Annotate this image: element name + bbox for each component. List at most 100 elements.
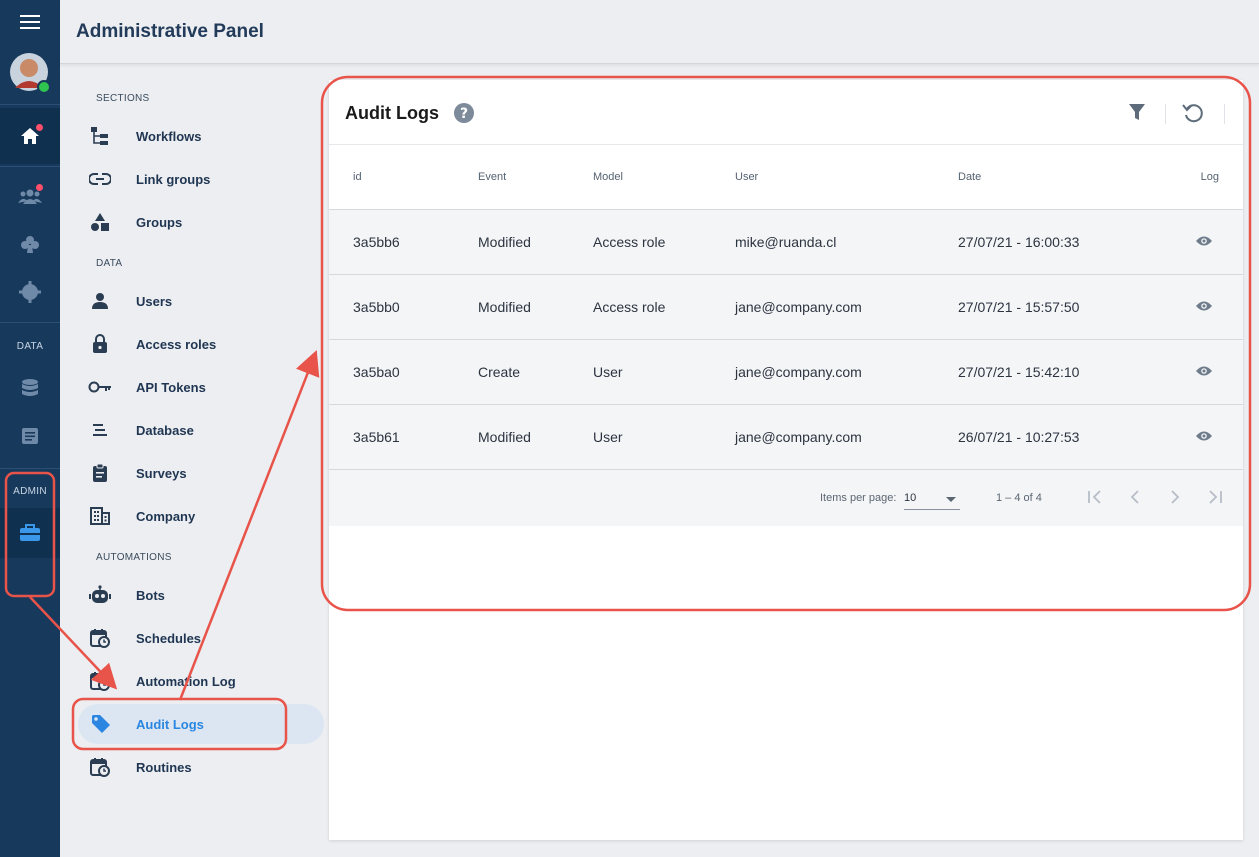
app-rail: DATA ADMIN — [0, 0, 60, 857]
menu-item-label: Audit Logs — [136, 716, 204, 732]
last-page-icon[interactable] — [1206, 488, 1224, 509]
key-icon — [88, 381, 111, 393]
tag-icon — [92, 715, 110, 733]
card-title: Audit Logs — [345, 103, 439, 123]
column-header-model[interactable]: Model — [593, 144, 735, 210]
menu-item-label: Surveys — [136, 465, 187, 481]
menu-item-users[interactable]: Users — [76, 281, 328, 321]
shapes-icon — [91, 213, 109, 231]
menu-item-label: Database — [136, 422, 194, 438]
page-range-label: 1 – 4 of 4 — [996, 492, 1042, 504]
menu-item-workflows[interactable]: Workflows — [76, 116, 328, 156]
menu-item-label: Bots — [136, 587, 165, 603]
section-label-sections: SECTIONS — [96, 93, 150, 104]
avatar[interactable] — [0, 50, 60, 96]
previous-page-icon[interactable] — [1126, 488, 1144, 509]
menu-item-label: API Tokens — [136, 379, 206, 395]
calendar-clock-icon — [90, 758, 110, 777]
view-log-eye-icon[interactable] — [1195, 429, 1213, 445]
refresh-icon — [1182, 104, 1203, 123]
rail-documents[interactable] — [0, 416, 60, 456]
table-header-row: id Event Model User Date Log — [329, 144, 1243, 210]
table-row[interactable]: 3a5bb0 Modified Access role jane@company… — [329, 274, 1243, 340]
cell-date: 27/07/21 - 15:57:50 — [958, 274, 1173, 340]
table-row[interactable]: 3a5b61 Modified User jane@company.com 26… — [329, 404, 1243, 470]
view-log-eye-icon[interactable] — [1195, 234, 1213, 250]
gear-icon — [19, 281, 41, 303]
cell-date: 27/07/21 - 16:00:33 — [958, 209, 1173, 275]
cell-id: 3a5b61 — [329, 404, 478, 470]
refresh-button[interactable] — [1182, 102, 1204, 129]
calendar-clock-icon — [90, 672, 110, 691]
align-left-icon — [93, 424, 107, 436]
menu-item-label: Company — [136, 508, 196, 524]
menu-item-access-roles[interactable]: Access roles — [76, 324, 328, 364]
menu-item-label: Link groups — [136, 171, 211, 187]
cell-user: jane@company.com — [735, 339, 958, 405]
menu-item-company[interactable]: Company — [76, 496, 328, 536]
menu-item-label: Users — [136, 293, 173, 309]
person-icon — [92, 293, 108, 309]
table-row[interactable]: 3a5bb6 Modified Access role mike@ruanda.… — [329, 209, 1243, 275]
next-page-icon[interactable] — [1166, 488, 1184, 509]
menu-item-audit-logs[interactable]: Audit Logs — [78, 704, 324, 744]
database-icon — [22, 379, 38, 396]
cell-event: Modified — [478, 274, 593, 340]
menu-item-groups[interactable]: Groups — [76, 202, 328, 242]
cell-user: jane@company.com — [735, 274, 958, 340]
menu-item-database[interactable]: Database — [76, 410, 328, 450]
menu-item-surveys[interactable]: Surveys — [76, 453, 328, 493]
table-row[interactable]: 3a5ba0 Create User jane@company.com 27/0… — [329, 339, 1243, 405]
top-header: Administrative Panel — [60, 0, 1259, 64]
club-icon — [21, 236, 39, 253]
view-log-eye-icon[interactable] — [1195, 299, 1213, 315]
rail-admin[interactable] — [0, 508, 60, 558]
rail-admin-label: ADMIN — [13, 486, 47, 497]
svg-text:?: ? — [460, 106, 468, 122]
column-header-id[interactable]: id — [329, 144, 478, 210]
items-per-page-select[interactable]: 10 — [904, 486, 960, 510]
rail-teams[interactable] — [0, 176, 60, 216]
column-header-date[interactable]: Date — [958, 144, 1173, 210]
menu-item-schedules[interactable]: Schedules — [76, 618, 328, 658]
audit-logs-card: Audit Logs ? id Event Model User Date Lo… — [329, 80, 1243, 840]
menu-item-label: Schedules — [136, 630, 202, 646]
cell-event: Modified — [478, 209, 593, 275]
rail-home[interactable] — [0, 108, 60, 164]
filter-button[interactable] — [1128, 102, 1146, 127]
menu-item-routines[interactable]: Routines — [76, 747, 328, 787]
menu-item-api-tokens[interactable]: API Tokens — [76, 367, 328, 407]
cell-id: 3a5bb6 — [329, 209, 478, 275]
section-label-data: DATA — [96, 258, 123, 269]
hamburger-menu-icon[interactable] — [0, 6, 60, 38]
column-header-event[interactable]: Event — [478, 144, 593, 210]
menu-item-label: Groups — [136, 214, 183, 230]
column-header-log: Log — [1173, 144, 1243, 210]
robot-icon — [89, 585, 111, 603]
menu-item-label: Automation Log — [136, 673, 236, 689]
cell-user: jane@company.com — [735, 404, 958, 470]
column-header-user[interactable]: User — [735, 144, 958, 210]
cell-date: 27/07/21 - 15:42:10 — [958, 339, 1173, 405]
clipboard-icon — [93, 463, 107, 482]
rail-database[interactable] — [0, 368, 60, 408]
rail-clubs[interactable] — [0, 224, 60, 264]
paginator: Items per page: 10 1 – 4 of 4 — [329, 470, 1243, 526]
view-log-eye-icon[interactable] — [1195, 364, 1213, 380]
first-page-icon[interactable] — [1086, 488, 1104, 509]
cell-model: User — [593, 339, 735, 405]
toolbox-icon — [20, 524, 40, 541]
cell-model: User — [593, 404, 735, 470]
menu-item-link-groups[interactable]: Link groups — [76, 159, 328, 199]
rail-settings[interactable] — [0, 272, 60, 312]
chevron-down-icon — [946, 497, 956, 502]
menu-item-bots[interactable]: Bots — [76, 575, 328, 615]
cell-model: Access role — [593, 274, 735, 340]
menu-item-label: Workflows — [136, 128, 202, 144]
cell-id: 3a5bb0 — [329, 274, 478, 340]
help-icon[interactable]: ? — [454, 103, 474, 128]
building-icon — [90, 507, 110, 525]
cell-id: 3a5ba0 — [329, 339, 478, 405]
items-per-page-label: Items per page: — [820, 492, 897, 504]
menu-item-automation-log[interactable]: Automation Log — [76, 661, 328, 701]
